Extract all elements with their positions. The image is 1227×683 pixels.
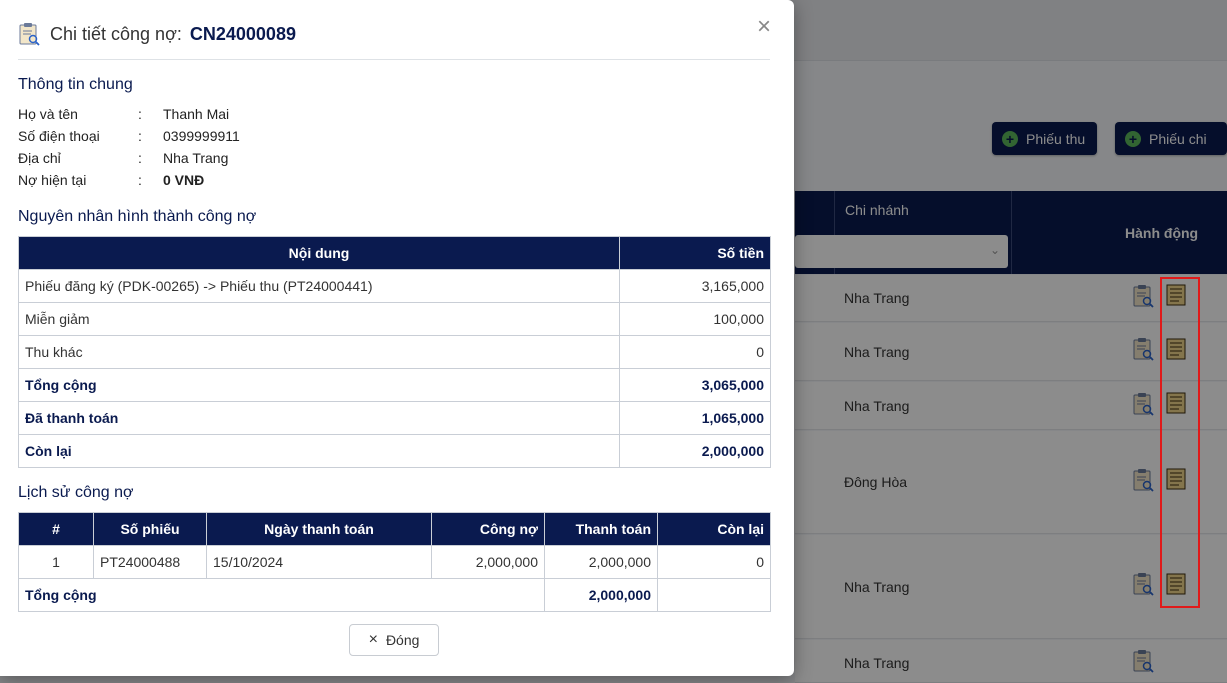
debt-code: CN24000089 [189, 23, 296, 44]
info-label: Địa chỉ [18, 150, 61, 166]
content-cell: Phiếu đăng ký (PDK-00265) -> Phiếu thu (… [18, 269, 620, 303]
general-info-title: Thông tin chung [18, 76, 133, 93]
info-colon: : [138, 106, 142, 122]
remaining-label: Còn lại [18, 434, 620, 468]
receipt-cell: PT24000488 [93, 545, 207, 579]
debt-detail-modal: Chi tiết công nợ: CN24000089 × Thông tin… [0, 0, 794, 676]
amount-cell: 100,000 [619, 302, 771, 336]
highlight-box [1160, 277, 1200, 608]
content-header: Nội dung [18, 236, 620, 270]
payment-cell: 2,000,000 [544, 545, 658, 579]
close-icon: × [368, 631, 378, 648]
history-table: # Số phiếu Ngày thanh toán Công nợ Thanh… [18, 512, 771, 612]
history-total-row: Tổng cộng 2,000,000 [18, 578, 771, 612]
table-row: Thu khác 0 [18, 335, 771, 369]
history-total-payment: 2,000,000 [544, 578, 658, 612]
info-colon: : [138, 150, 142, 166]
clipboard-search-icon [19, 23, 40, 46]
amount-cell: 3,165,000 [619, 269, 771, 303]
cause-title: Nguyên nhân hình thành công nợ [18, 208, 257, 225]
close-button-label: Đóng [385, 632, 420, 648]
close-icon[interactable]: × [753, 15, 775, 39]
total-amount: 3,065,000 [619, 368, 771, 402]
info-label: Số điện thoại [18, 128, 100, 144]
info-row-name: Họ và tên : Thanh Mai [18, 106, 240, 128]
info-value: 0399999911 [163, 128, 240, 144]
cause-table: Nội dung Số tiền Phiếu đăng ký (PDK-0026… [18, 236, 771, 468]
info-row-current-debt: Nợ hiện tại : 0 VNĐ [18, 172, 240, 194]
modal-header: Chi tiết công nợ: CN24000089 × [18, 0, 771, 60]
date-header: Ngày thanh toán [206, 512, 432, 546]
cause-table-header: Nội dung Số tiền [18, 236, 771, 270]
history-title: Lịch sử công nợ [18, 484, 134, 501]
remaining-amount: 2,000,000 [619, 434, 771, 468]
paid-row: Đã thanh toán 1,065,000 [18, 401, 771, 435]
info-colon: : [138, 172, 142, 188]
amount-header: Số tiền [619, 236, 771, 270]
paid-amount: 1,065,000 [619, 401, 771, 435]
content-cell: Miễn giảm [18, 302, 620, 336]
info-label: Họ và tên [18, 106, 78, 122]
paid-label: Đã thanh toán [18, 401, 620, 435]
info-value: Thanh Mai [163, 106, 230, 122]
info-value: 0 VNĐ [163, 172, 205, 188]
info-colon: : [138, 128, 142, 144]
payment-header: Thanh toán [544, 512, 658, 546]
history-total-empty [657, 578, 771, 612]
info-label: Nợ hiện tại [18, 172, 87, 188]
index-cell: 1 [18, 545, 94, 579]
table-row: Miễn giảm 100,000 [18, 302, 771, 336]
info-value: Nha Trang [163, 150, 229, 166]
modal-title-label: Chi tiết công nợ: [50, 23, 182, 44]
content-cell: Thu khác [18, 335, 620, 369]
remaining-cell: 0 [657, 545, 771, 579]
close-button[interactable]: × Đóng [349, 624, 439, 656]
debt-cell: 2,000,000 [431, 545, 545, 579]
amount-cell: 0 [619, 335, 771, 369]
info-row-address: Địa chỉ : Nha Trang [18, 150, 240, 172]
info-row-phone: Số điện thoại : 0399999911 [18, 128, 240, 150]
date-cell: 15/10/2024 [206, 545, 432, 579]
general-info: Họ và tên : Thanh Mai Số điện thoại : 03… [18, 106, 240, 194]
debt-header: Công nợ [431, 512, 545, 546]
remaining-header: Còn lại [657, 512, 771, 546]
history-table-header: # Số phiếu Ngày thanh toán Công nợ Thanh… [18, 512, 771, 546]
remaining-row: Còn lại 2,000,000 [18, 434, 771, 468]
receipt-header: Số phiếu [93, 512, 207, 546]
modal-title: Chi tiết công nợ: CN24000089 [18, 22, 296, 46]
history-total-label: Tổng cộng [18, 578, 545, 612]
total-row: Tổng cộng 3,065,000 [18, 368, 771, 402]
table-row: Phiếu đăng ký (PDK-00265) -> Phiếu thu (… [18, 269, 771, 303]
index-header: # [18, 512, 94, 546]
table-row: 1 PT24000488 15/10/2024 2,000,000 2,000,… [18, 545, 771, 579]
total-label: Tổng cộng [18, 368, 620, 402]
